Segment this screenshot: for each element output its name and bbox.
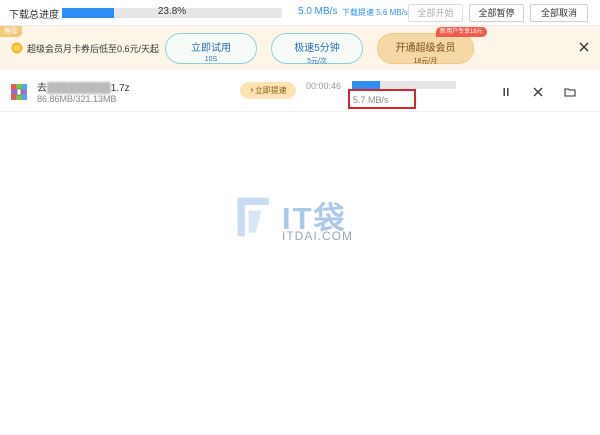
task-progress-track <box>352 81 456 89</box>
turbo-5min-button[interactable]: 极速5分钟 5元/次 <box>271 33 363 65</box>
file-name-prefix: 去 <box>37 83 47 94</box>
file-name: 去█████████1.7z <box>37 79 130 94</box>
file-size: 86.86MB/321.13MB <box>37 94 117 104</box>
pause-icon[interactable] <box>500 86 512 98</box>
close-icon[interactable] <box>578 41 590 53</box>
svip-button-title: 开通超级会员 <box>395 43 456 54</box>
boost-now-label: 立即提速 <box>254 86 287 95</box>
file-name-extension: 1.7z <box>110 83 130 94</box>
new-user-badge: 新用户专享18元 <box>436 27 487 37</box>
trial-button-title: 立即试用 <box>191 43 231 54</box>
cancel-all-button[interactable]: 全部取消 <box>530 4 588 22</box>
time-remaining: 00:00:46 <box>306 81 342 91</box>
archive-file-icon <box>11 84 27 100</box>
promo-message: 超级会员月卡券后低至0.6元/天起 <box>27 44 160 54</box>
overall-progress-label: 下载总进度 <box>9 10 59 21</box>
svip-button-sub: 18元/月 <box>413 58 438 65</box>
overall-progress-percent: 23.8% <box>157 6 187 17</box>
overall-progress-bar: 下载总进度 23.8% 5.0 MB/s 下载提速 5.6 MB/s 全部开始 … <box>0 0 600 26</box>
watermark-logo-icon <box>237 197 269 237</box>
task-progress-fill <box>352 81 381 89</box>
overall-speed: 5.0 MB/s <box>298 6 338 17</box>
recommend-tag: 推荐 <box>0 26 22 37</box>
speed-boost-link[interactable]: 下载提速 5.6 MB/s <box>342 7 408 18</box>
download-task-row[interactable]: 去█████████1.7z 86.86MB/321.13MB ⚡立即提速 00… <box>0 70 600 112</box>
turbo-button-title: 极速5分钟 <box>294 43 340 54</box>
trial-button[interactable]: 立即试用 10S <box>165 33 257 64</box>
gold-coin-icon <box>11 42 23 54</box>
highlight-box <box>348 89 416 109</box>
watermark-domain: ITDAI.COM <box>282 229 353 243</box>
open-svip-button[interactable]: 开通超级会员 18元/月 <box>377 33 474 65</box>
trial-button-sub: 10S <box>204 56 218 63</box>
folder-icon[interactable] <box>564 86 576 98</box>
vip-promo-banner: 推荐 超级会员月卡券后低至0.6元/天起 立即试用 10S 极速5分钟 5元/次… <box>0 26 600 70</box>
delete-icon[interactable] <box>532 86 544 98</box>
start-all-button[interactable]: 全部开始 <box>408 4 463 22</box>
file-name-blurred: █████████ <box>47 83 111 94</box>
boost-now-button[interactable]: ⚡立即提速 <box>240 82 296 99</box>
pause-all-button[interactable]: 全部暂停 <box>469 4 524 22</box>
turbo-button-sub: 5元/次 <box>307 58 327 65</box>
